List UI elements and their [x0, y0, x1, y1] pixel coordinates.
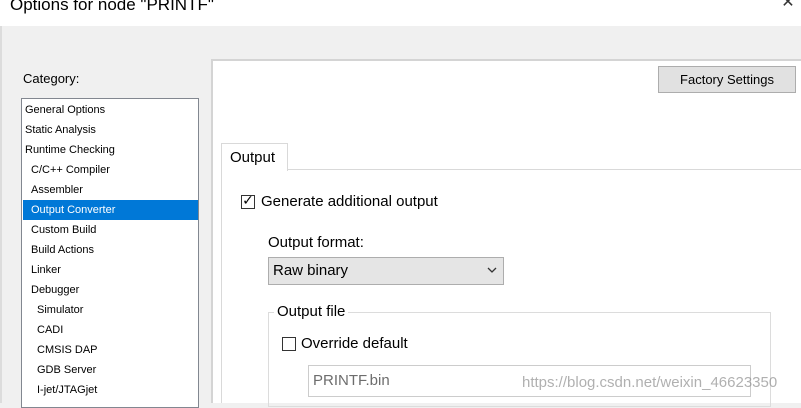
category-list[interactable]: General Options Static Analysis Runtime … [21, 98, 199, 408]
category-item-simulator[interactable]: Simulator [23, 300, 198, 320]
category-item-custom-build[interactable]: Custom Build [23, 220, 198, 240]
output-file-name-value: PRINTF.bin [313, 372, 390, 389]
category-item-general-options[interactable]: General Options [23, 100, 198, 120]
output-format-value: Raw binary [273, 262, 349, 279]
output-format-label: Output format: [268, 234, 364, 251]
watermark-text: https://blog.csdn.net/weixin_46623350 [522, 374, 778, 391]
chevron-down-icon [487, 267, 497, 273]
category-item-static-analysis[interactable]: Static Analysis [23, 120, 198, 140]
window-left-edge [0, 26, 2, 403]
category-item-output-converter[interactable]: Output Converter [23, 200, 198, 220]
category-item-cpp-compiler[interactable]: C/C++ Compiler [23, 160, 198, 180]
override-default-checkbox[interactable] [282, 337, 296, 351]
factory-settings-button[interactable]: Factory Settings [658, 66, 796, 93]
window-title: Options for node "PRINTF" [10, 0, 214, 14]
title-bar: Options for node "PRINTF" ✕ [0, 0, 801, 26]
category-item-linker[interactable]: Linker [23, 260, 198, 280]
category-item-gdb-server[interactable]: GDB Server [23, 360, 198, 380]
output-format-select[interactable]: Raw binary [268, 257, 504, 285]
category-item-build-actions[interactable]: Build Actions [23, 240, 198, 260]
category-item-assembler[interactable]: Assembler [23, 180, 198, 200]
category-item-cadi[interactable]: CADI [23, 320, 198, 340]
generate-additional-output-checkbox[interactable]: ✓ [241, 193, 255, 209]
category-label: Category: [23, 71, 80, 86]
output-file-group-title: Output file [274, 303, 349, 321]
category-item-ijet-jtagjet[interactable]: I-jet/JTAGjet [23, 380, 198, 400]
override-default-label[interactable]: Override default [301, 335, 408, 352]
generate-additional-output-label[interactable]: Generate additional output [261, 193, 438, 210]
tab-output[interactable]: Output [221, 143, 288, 171]
checkmark-icon: ✓ [242, 193, 254, 209]
category-item-runtime-checking[interactable]: Runtime Checking [23, 140, 198, 160]
category-item-debugger[interactable]: Debugger [23, 280, 198, 300]
category-item-cmsis-dap[interactable]: CMSIS DAP [23, 340, 198, 360]
close-icon[interactable]: ✕ [775, 0, 801, 12]
